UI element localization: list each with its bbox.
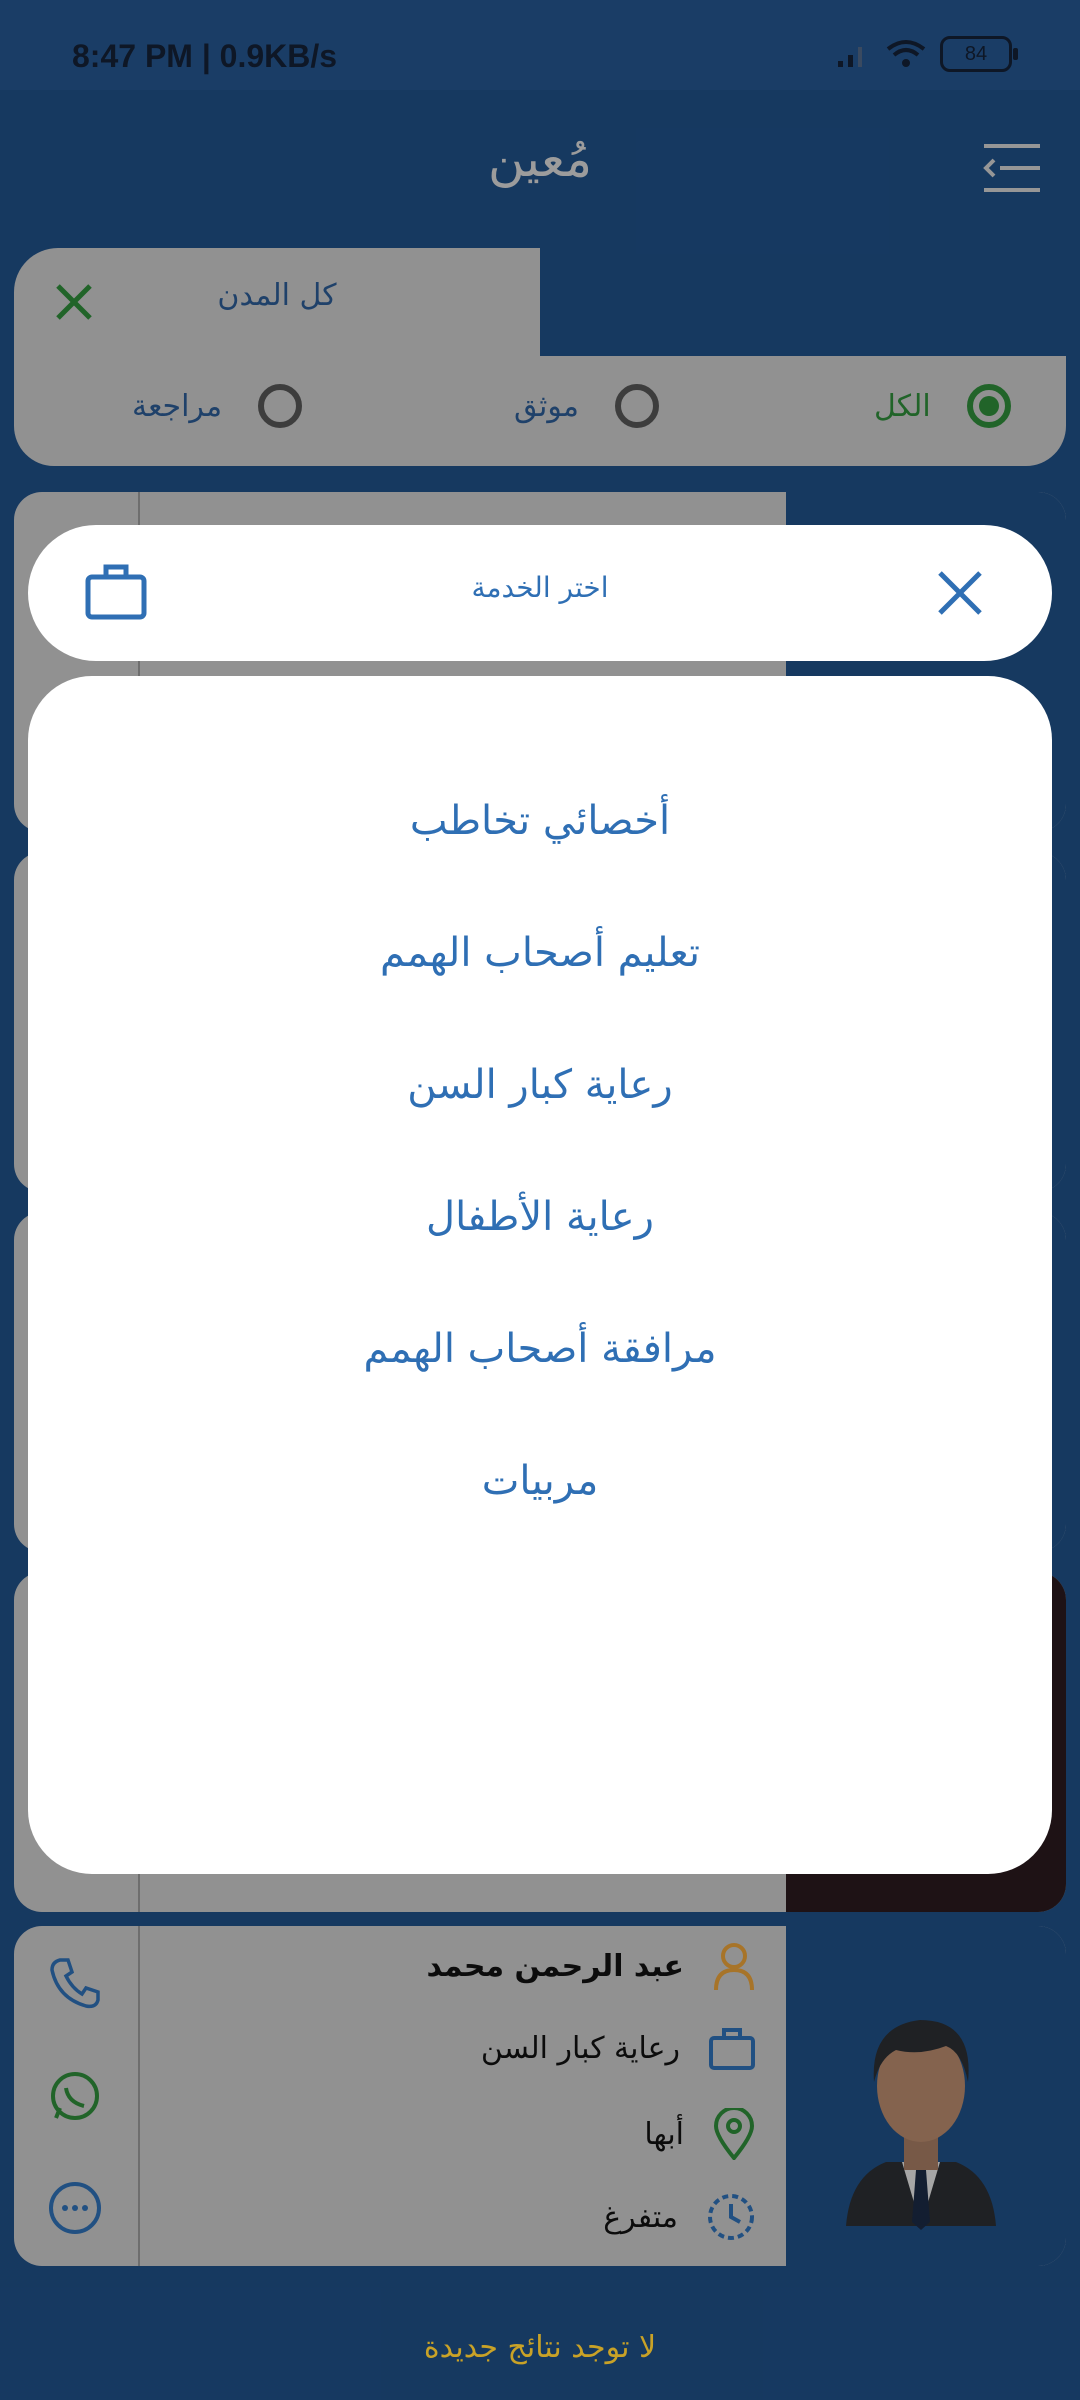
service-option[interactable]: مرافقة أصحاب الهمم	[28, 1326, 1052, 1372]
service-option[interactable]: مربيات	[28, 1458, 1052, 1504]
close-icon[interactable]	[934, 567, 986, 619]
status-time: 8:47 PM | 0.9KB/s	[72, 38, 338, 74]
battery-icon: 84	[940, 36, 1018, 72]
status-bar: 8:47 PM | 0.9KB/s 84	[0, 0, 1080, 90]
service-option[interactable]: رعاية الأطفال	[28, 1194, 1052, 1240]
service-modal-list: أخصائي تخاطب تعليم أصحاب الهمم رعاية كبا…	[28, 676, 1052, 1874]
no-results-text: لا توجد نتائج جديدة	[423, 2330, 657, 2365]
signal-icon	[838, 47, 862, 67]
service-option[interactable]: أخصائي تخاطب	[28, 798, 1052, 844]
service-option[interactable]: تعليم أصحاب الهمم	[28, 930, 1052, 976]
service-option[interactable]: رعاية كبار السن	[28, 1062, 1052, 1108]
service-modal-header: اختر الخدمة	[28, 525, 1052, 661]
modal-title: اختر الخدمة	[471, 571, 609, 604]
wifi-icon	[886, 40, 926, 67]
status-icons: 84	[836, 36, 1018, 72]
